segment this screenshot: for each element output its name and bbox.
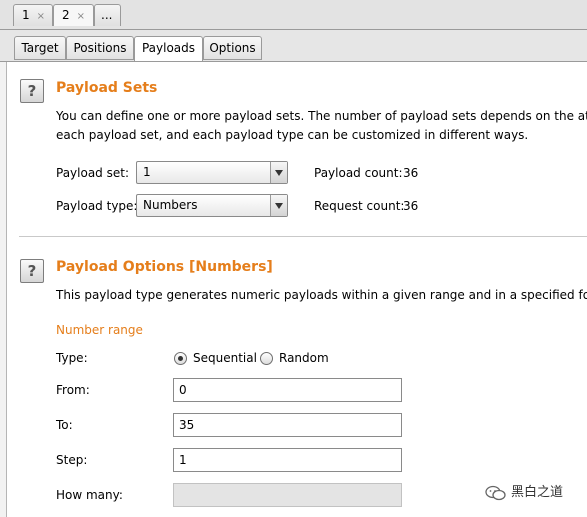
attack-tabs-bar: 1 × 2 × ... [0, 0, 587, 30]
number-range-heading: Number range [56, 323, 143, 337]
request-count-value: 36 [403, 199, 419, 213]
payload-sets-title: Payload Sets [56, 80, 158, 96]
payload-set-select[interactable]: 1 [136, 161, 288, 184]
payload-options-title: Payload Options [Numbers] [56, 259, 273, 275]
how-many-field [173, 483, 402, 507]
attack-tab-label: 1 [22, 8, 30, 22]
range-type-label: Type: [56, 351, 88, 365]
how-many-label: How many: [56, 488, 123, 502]
close-icon[interactable]: × [37, 11, 45, 22]
payload-count-value: 36 [403, 166, 419, 180]
chevron-down-icon[interactable] [270, 195, 287, 216]
tab-options[interactable]: Options [203, 36, 262, 60]
close-icon[interactable]: × [77, 11, 85, 22]
payload-type-select[interactable]: Numbers [136, 194, 288, 217]
attack-tab-label: 2 [62, 8, 70, 22]
question-icon[interactable]: ? [20, 79, 44, 103]
tab-target[interactable]: Target [14, 36, 66, 60]
to-label: To: [56, 418, 73, 432]
from-label: From: [56, 383, 90, 397]
from-field[interactable]: 0 [173, 378, 402, 402]
random-label[interactable]: Random [279, 351, 329, 365]
random-radio[interactable] [260, 352, 273, 365]
watermark: 黑白之道 [485, 483, 563, 503]
request-count-label: Request count: [314, 199, 405, 213]
wechat-icon [485, 485, 506, 500]
sequential-label[interactable]: Sequential [193, 351, 257, 365]
question-icon[interactable]: ? [20, 259, 44, 283]
sequential-radio[interactable] [174, 352, 187, 365]
tab-positions[interactable]: Positions [66, 36, 134, 60]
intruder-tabs-bar: Target Positions Payloads Options [0, 30, 587, 62]
payload-type-label: Payload type: [56, 199, 138, 213]
payload-sets-desc-line2: each payload set, and each payload type … [56, 128, 529, 142]
to-field[interactable]: 35 [173, 413, 402, 437]
new-tab-button[interactable]: ... [94, 4, 121, 26]
payload-set-value: 1 [143, 165, 151, 179]
payload-set-label: Payload set: [56, 166, 129, 180]
section-divider [19, 236, 587, 237]
tab-payloads[interactable]: Payloads [134, 36, 203, 62]
chevron-down-icon[interactable] [270, 162, 287, 183]
payload-count-label: Payload count: [314, 166, 403, 180]
attack-tab-1[interactable]: 1 × [13, 4, 53, 26]
payloads-panel: ? Payload Sets You can define one or mor… [6, 62, 587, 517]
watermark-text: 黑白之道 [511, 485, 564, 500]
attack-tab-2[interactable]: 2 × [53, 4, 94, 26]
step-label: Step: [56, 453, 88, 467]
payload-sets-desc-line1: You can define one or more payload sets.… [56, 109, 587, 123]
step-field[interactable]: 1 [173, 448, 402, 472]
new-tab-label: ... [101, 8, 113, 22]
payload-type-value: Numbers [143, 198, 198, 212]
payload-options-desc: This payload type generates numeric payl… [56, 288, 587, 302]
